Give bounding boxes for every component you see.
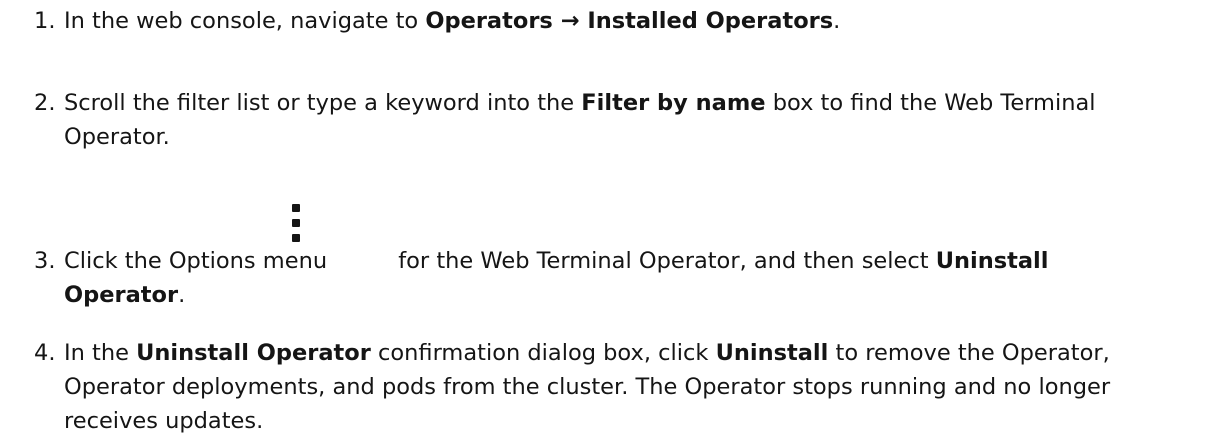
step-3-number: 3. <box>34 248 56 274</box>
step-1-text-b: . <box>833 8 841 34</box>
kebab-options-icon <box>292 204 300 248</box>
step-4-uninstall-button-label: Uninstall <box>715 340 829 366</box>
step-4-text-e: receives updates. <box>64 408 264 434</box>
kebab-dot <box>292 234 300 242</box>
step-3-text-c: . <box>178 282 186 308</box>
step-4-dialog-name: Uninstall Operator <box>136 340 371 366</box>
step-4-number: 4. <box>34 340 56 366</box>
step-4-text-a: In the <box>64 340 137 366</box>
step-4-text: In the Uninstall Operator confirmation d… <box>64 336 1214 438</box>
step-1-text: In the web console, navigate to Operator… <box>64 4 1214 38</box>
kebab-dot <box>292 219 300 227</box>
step-4-text-c: to remove the Operator, <box>828 340 1110 366</box>
step-3-uninstall-label: Uninstall <box>935 248 1049 274</box>
step-1-nav-path: Operators → Installed Operators <box>425 8 834 34</box>
step-4-text-b: confirmation dialog box, click <box>370 340 716 366</box>
step-2-text-b: box to find the Web Terminal <box>765 90 1096 116</box>
step-4-text-d: Operator deployments, and pods from the … <box>64 374 1111 400</box>
kebab-dot <box>292 204 300 212</box>
step-2-text: Scroll the filter list or type a keyword… <box>64 86 1214 154</box>
step-2-text-c: Operator. <box>64 124 170 150</box>
step-2-filter-label: Filter by name <box>581 90 766 116</box>
step-1-text-a: In the web console, navigate to <box>64 8 426 34</box>
step-2-text-a: Scroll the filter list or type a keyword… <box>64 90 582 116</box>
step-3-operator-label: Operator <box>64 282 179 308</box>
step-2-number: 2. <box>34 90 56 116</box>
step-3-text-b: for the Web Terminal Operator, and then … <box>398 248 936 274</box>
step-3-text: Click the Options menu for the Web Termi… <box>64 204 1214 312</box>
step-3-text-a: Click the Options menu <box>64 248 328 274</box>
step-1-number: 1. <box>34 8 56 34</box>
